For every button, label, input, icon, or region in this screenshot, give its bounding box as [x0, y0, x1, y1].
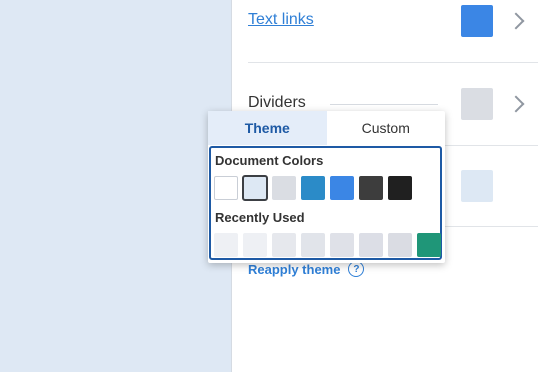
color-swatch[interactable]	[330, 176, 354, 200]
color-swatch[interactable]	[359, 176, 383, 200]
color-swatch[interactable]	[214, 176, 238, 200]
divider	[445, 145, 538, 146]
canvas-area	[0, 0, 232, 372]
tab-custom[interactable]: Custom	[327, 111, 446, 145]
color-picker-tabs: Theme Custom	[208, 111, 445, 145]
recent-color-swatch[interactable]	[214, 233, 238, 257]
recent-color-swatch[interactable]	[301, 233, 325, 257]
text-links-color-swatch[interactable]	[461, 5, 493, 37]
color-swatch[interactable]	[461, 170, 493, 202]
document-colors-swatches	[214, 175, 412, 201]
dividers-color-swatch[interactable]	[461, 88, 493, 120]
divider-preview-line	[330, 104, 438, 105]
color-swatch[interactable]	[242, 175, 268, 201]
recently-used-swatches	[214, 233, 441, 257]
recent-color-swatch[interactable]	[330, 233, 354, 257]
recent-color-swatch[interactable]	[417, 233, 441, 257]
document-colors-title: Document Colors	[215, 153, 324, 168]
recent-color-swatch[interactable]	[243, 233, 267, 257]
recent-color-swatch[interactable]	[359, 233, 383, 257]
recently-used-title: Recently Used	[215, 210, 305, 225]
text-links-label[interactable]: Text links	[248, 11, 314, 29]
color-picker-popover: Theme Custom Document Colors Recently Us…	[208, 111, 445, 263]
recent-color-swatch[interactable]	[388, 233, 412, 257]
dividers-label: Dividers	[248, 94, 306, 111]
color-swatch[interactable]	[272, 176, 296, 200]
recent-color-swatch[interactable]	[272, 233, 296, 257]
reapply-theme-label[interactable]: Reapply theme	[248, 262, 340, 277]
text-links-row[interactable]: Text links	[248, 8, 538, 36]
divider	[248, 62, 538, 63]
help-icon[interactable]: ?	[348, 261, 365, 277]
divider	[445, 226, 538, 227]
color-swatch[interactable]	[301, 176, 325, 200]
theme-colors-panel: Document Colors Recently Used	[209, 146, 442, 260]
color-swatch[interactable]	[388, 176, 412, 200]
reapply-theme-link[interactable]: Reapply theme ?	[248, 261, 365, 277]
tab-theme[interactable]: Theme	[208, 111, 327, 145]
